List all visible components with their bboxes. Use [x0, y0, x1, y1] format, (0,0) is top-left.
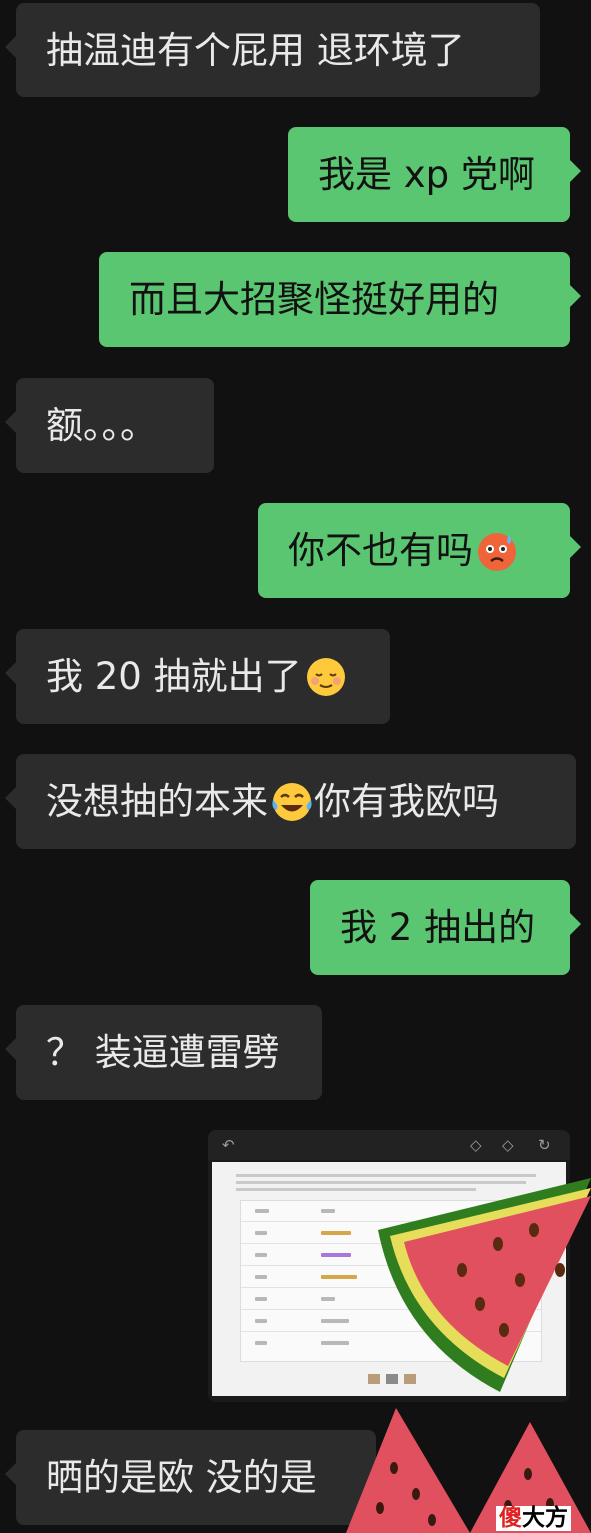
- message-text: 我是 xp 党啊: [318, 153, 535, 196]
- message-text: 我 20 抽就出了: [46, 655, 302, 698]
- message-text: 晒的是欧 没的是: [46, 1456, 317, 1499]
- diamond-icon: ◇: [502, 1136, 514, 1154]
- message-text: 抽温迪有个屁用 退环境了: [46, 28, 465, 72]
- watermelon-sticker: [378, 1178, 591, 1392]
- message-text-after-emoji: 你有我欧吗: [314, 780, 499, 823]
- anxious-sweat-emoji: [475, 529, 519, 573]
- outgoing-message[interactable]: 而且大招聚怪挺好用的: [99, 252, 581, 347]
- incoming-message[interactable]: 抽温迪有个屁用 退环境了: [5, 3, 540, 97]
- incoming-message[interactable]: ？ 装逼遭雷劈: [5, 1005, 322, 1100]
- message-text: 我 2 抽出的: [340, 906, 536, 949]
- outgoing-message[interactable]: 我是 xp 党啊: [288, 127, 581, 222]
- incoming-message[interactable]: 我 20 抽就出了: [5, 629, 390, 724]
- message-text: ？ 装逼遭雷劈: [46, 1031, 280, 1074]
- watermark-part1: 傻: [499, 1505, 522, 1531]
- refresh-icon: ↻: [538, 1136, 551, 1154]
- watermark-part2: 大方: [522, 1505, 568, 1531]
- watermark: 傻大方: [496, 1506, 571, 1531]
- incoming-message[interactable]: 额。。。: [5, 378, 214, 473]
- screenshot-toolbar: ↶ ◇ ◇ ↻: [208, 1130, 570, 1160]
- watermelon-sticker: [346, 1408, 470, 1533]
- diamond-icon: ◇: [470, 1136, 482, 1154]
- message-text: 额。。。: [46, 404, 157, 447]
- incoming-message[interactable]: 晒的是欧 没的是: [5, 1430, 376, 1525]
- back-arrow-icon: ↶: [222, 1136, 235, 1154]
- outgoing-message[interactable]: 你不也有吗: [258, 503, 581, 598]
- relieved-smile-emoji: [304, 655, 348, 699]
- message-text: 你不也有吗: [288, 529, 473, 572]
- message-text: 没想抽的本来: [46, 780, 268, 823]
- outgoing-message[interactable]: 我 2 抽出的: [310, 880, 581, 975]
- incoming-message[interactable]: 没想抽的本来 你有我欧吗: [5, 754, 576, 849]
- message-text: 而且大招聚怪挺好用的: [129, 278, 499, 321]
- tears-of-joy-emoji: [270, 780, 314, 824]
